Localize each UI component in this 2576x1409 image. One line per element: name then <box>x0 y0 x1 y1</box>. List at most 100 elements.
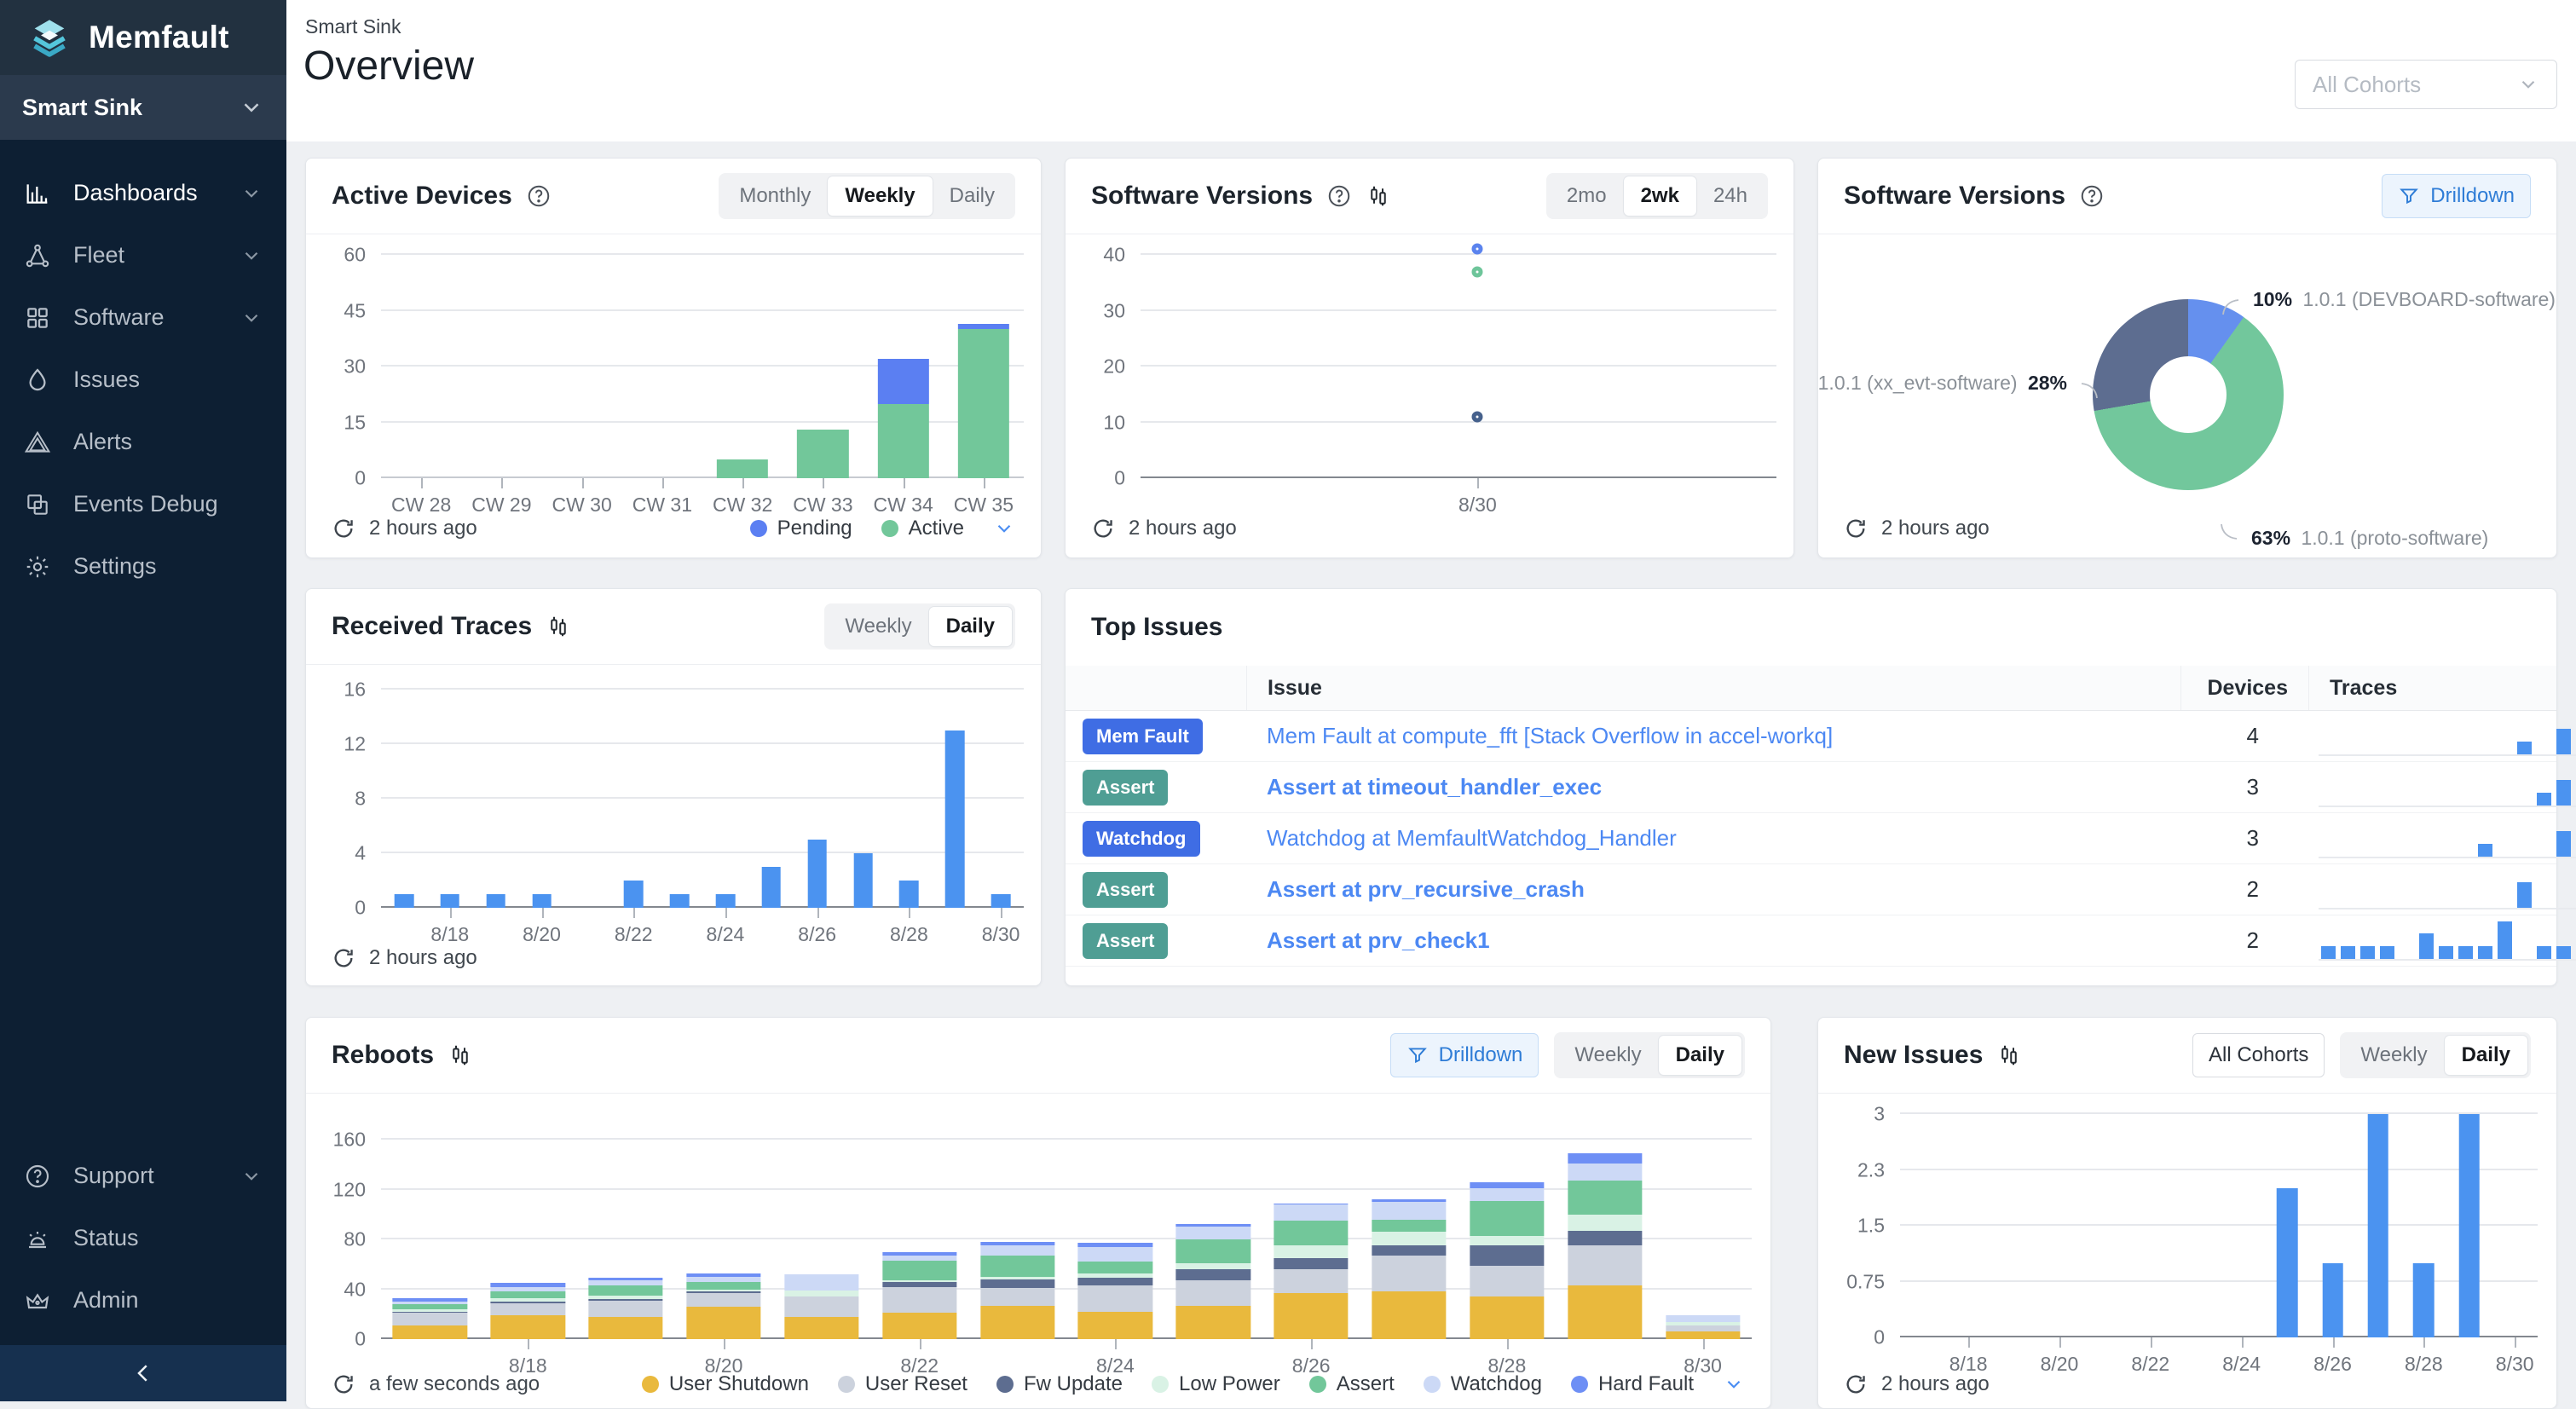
segment-user-shutdown <box>1372 1291 1446 1339</box>
toggle-option-weekly[interactable]: Weekly <box>828 607 928 646</box>
toggle-option-24h[interactable]: 24h <box>1696 176 1765 216</box>
x-tick <box>542 908 544 918</box>
sidebar-item-label: Alerts <box>73 429 132 455</box>
toggle-option-weekly[interactable]: Weekly <box>1557 1036 1658 1075</box>
bar-slot-8/19 <box>473 690 519 908</box>
spark-bar <box>2321 946 2336 959</box>
sidebar-item-software[interactable]: Software <box>0 286 286 349</box>
sidebar-item-settings[interactable]: Settings <box>0 535 286 598</box>
legend-label: Watchdog <box>1451 1372 1542 1396</box>
new-issues-cohort-button[interactable]: All Cohorts <box>2192 1033 2325 1077</box>
segment-traces <box>486 894 505 908</box>
spark-slot <box>2338 819 2358 857</box>
spark-slot <box>2456 870 2475 908</box>
refresh-icon[interactable] <box>1844 1372 1868 1396</box>
issue-link[interactable]: Watchdog at MemfaultWatchdog_Handler <box>1246 825 2180 852</box>
issue-link[interactable]: Assert at timeout_handler_exec <box>1246 774 2180 800</box>
issue-link[interactable]: Mem Fault at compute_fft [Stack Overflow… <box>1246 723 2180 749</box>
card-title: Top Issues <box>1091 613 1222 642</box>
sidebar-item-dashboards[interactable]: Dashboards <box>0 162 286 224</box>
x-tick <box>2059 1337 2061 1348</box>
spark-slot <box>2358 870 2377 908</box>
y-axis-label: 3 <box>1874 1103 1885 1126</box>
segment-fw-update <box>980 1279 1054 1288</box>
issue-link[interactable]: Assert at prv_check1 <box>1246 927 2180 954</box>
bar-slot-CW 30: CW 30 <box>542 255 622 478</box>
x-tick <box>742 478 744 488</box>
segment-user-reset <box>1568 1245 1642 1285</box>
refresh-icon[interactable] <box>332 517 355 540</box>
candlestick-chart-icon[interactable] <box>448 1042 473 1068</box>
all-cohorts-select[interactable]: All Cohorts <box>2295 60 2557 109</box>
chevron-down-icon <box>240 182 263 205</box>
spark-bar <box>2537 793 2551 806</box>
drilldown-button[interactable]: Drilldown <box>2382 174 2531 218</box>
candlestick-chart-icon[interactable] <box>1996 1042 2022 1068</box>
bar-slot-8/17 <box>381 1140 479 1339</box>
help-icon[interactable] <box>526 183 552 209</box>
toggle-option-2wk[interactable]: 2wk <box>1624 176 1696 216</box>
segment-watchdog <box>1176 1227 1250 1239</box>
x-tick <box>1507 1339 1509 1349</box>
card-title: Software Versions <box>1844 182 2065 211</box>
active-devices-chart: 015304560CW 28CW 29CW 30CW 31CW 32CW 33C… <box>381 255 1024 478</box>
refresh-icon[interactable] <box>1844 517 1868 540</box>
bar-slot-8/20: 8/20 <box>675 1140 773 1339</box>
issue-link[interactable]: Assert at prv_recursive_crash <box>1246 876 2180 903</box>
sidebar-item-alerts[interactable]: Alerts <box>0 411 286 473</box>
app-logo[interactable]: Memfault <box>0 0 286 75</box>
bar-8/27 <box>853 690 873 908</box>
segment-user-reset <box>980 1288 1054 1305</box>
top-issues-card: Top Issues Issue Devices Traces Mem Faul… <box>1065 588 2557 986</box>
legend-expand-icon[interactable] <box>1723 1373 1745 1395</box>
help-icon[interactable] <box>1326 183 1352 209</box>
x-axis-label: CW 34 <box>873 494 933 517</box>
refresh-icon[interactable] <box>332 1372 355 1396</box>
sidebar-item-status[interactable]: Status <box>0 1207 286 1269</box>
bar-CW 30 <box>556 255 607 478</box>
spark-slot <box>2515 921 2534 959</box>
toggle-option-monthly[interactable]: Monthly <box>722 176 828 216</box>
toggle-option-daily[interactable]: Daily <box>933 176 1012 216</box>
candlestick-chart-icon[interactable] <box>1366 183 1391 209</box>
funnel-icon <box>2398 185 2420 207</box>
sidebar-item-issues[interactable]: Issues <box>0 349 286 411</box>
new-issues-chart: 00.751.52.338/188/208/228/248/268/288/30 <box>1900 1114 2538 1337</box>
badge-cell: Watchdog <box>1066 821 1246 857</box>
toggle-option-weekly[interactable]: Weekly <box>2343 1036 2444 1075</box>
segment-active <box>958 329 1009 478</box>
toggle-option-daily[interactable]: Daily <box>1659 1036 1741 1075</box>
traces-sparkline <box>2319 921 2576 961</box>
received-traces-card: Received Traces WeeklyDaily 04812168/188… <box>305 588 1042 986</box>
toggle-option-daily[interactable]: Daily <box>2445 1036 2527 1075</box>
help-icon[interactable] <box>2079 183 2105 209</box>
spark-slot <box>2397 717 2417 754</box>
bar-8/29 <box>2458 1114 2480 1337</box>
gridline-20 <box>1141 365 1776 367</box>
bar-slot-CW 35: CW 35 <box>944 255 1024 478</box>
legend-expand-icon[interactable] <box>993 517 1015 540</box>
bar-8/20 <box>532 690 552 908</box>
segment-user-reset <box>589 1301 663 1317</box>
segment-user-shutdown <box>393 1325 467 1339</box>
toggle-option-weekly[interactable]: Weekly <box>828 176 932 216</box>
drilldown-button[interactable]: Drilldown <box>1390 1033 1539 1077</box>
toggle-option-daily[interactable]: Daily <box>929 607 1012 646</box>
sidebar-item-admin[interactable]: Admin <box>0 1269 286 1331</box>
devices-count: 3 <box>2180 774 2308 800</box>
sidebar-collapse-button[interactable] <box>0 1345 286 1401</box>
refresh-icon[interactable] <box>332 946 355 970</box>
candlestick-chart-icon[interactable] <box>546 614 571 639</box>
refresh-icon[interactable] <box>1091 517 1115 540</box>
spark-slot <box>2456 819 2475 857</box>
sidebar-item-events-debug[interactable]: Events Debug <box>0 473 286 535</box>
spark-slot <box>2495 768 2515 806</box>
project-selector[interactable]: Smart Sink <box>0 75 286 140</box>
x-tick <box>904 478 905 488</box>
spark-slot <box>2495 819 2515 857</box>
sidebar-item-support[interactable]: Support <box>0 1145 286 1207</box>
traces-column-header: Traces <box>2308 666 2556 710</box>
toggle-option-2mo[interactable]: 2mo <box>1550 176 1624 216</box>
spark-slot <box>2456 768 2475 806</box>
sidebar-item-fleet[interactable]: Fleet <box>0 224 286 286</box>
